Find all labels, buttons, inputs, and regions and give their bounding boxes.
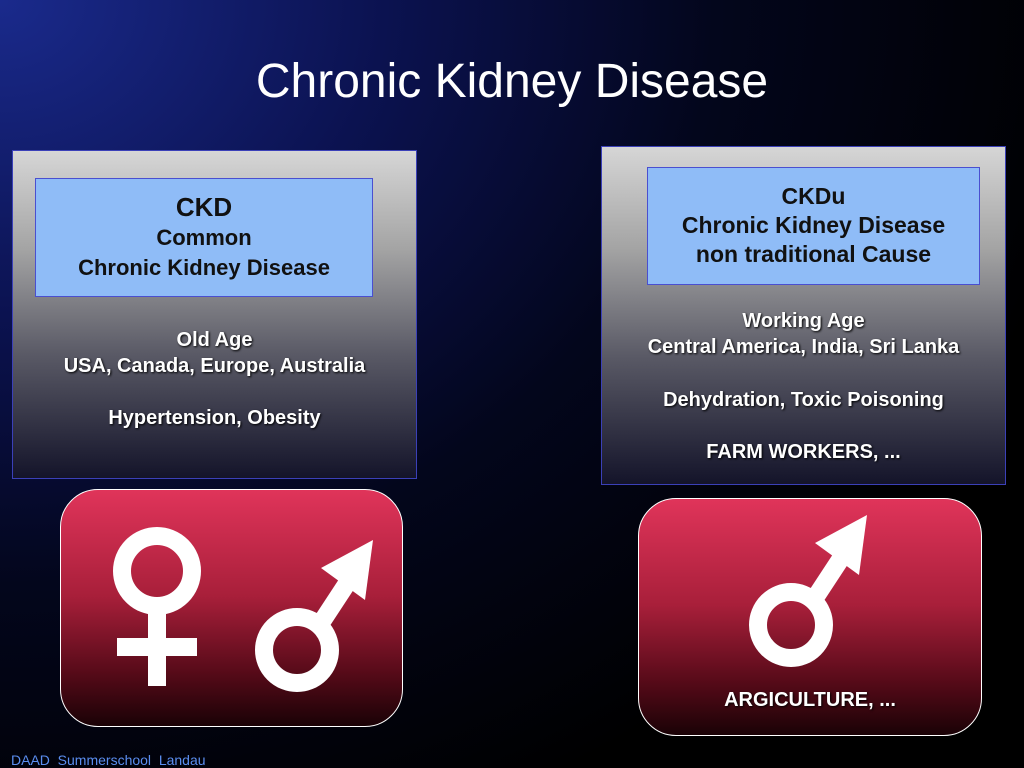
female-symbol-icon bbox=[113, 527, 201, 686]
ckdu-info-line-3: Dehydration, Toxic Poisoning bbox=[663, 389, 944, 411]
ckd-header-box: CKD Common Chronic Kidney Disease bbox=[35, 178, 373, 297]
slide-title: Chronic Kidney Disease bbox=[255, 55, 769, 108]
ckd-info-line-3: Hypertension, Obesity bbox=[108, 407, 321, 429]
male-symbol-icon bbox=[749, 515, 867, 667]
ckd-info-line-2: USA, Canada, Europe, Australia bbox=[63, 355, 366, 377]
ckd-header-line-2: Common bbox=[156, 225, 252, 250]
ckdu-info-line-1: Working Age bbox=[742, 310, 865, 332]
ckdu-header-line-3: non traditional Cause bbox=[695, 241, 932, 267]
agriculture-caption: ARGICULTURE, ... bbox=[724, 689, 896, 711]
footer-text: DAAD Summerschool Landau bbox=[11, 752, 206, 768]
ckdu-header-line-1: CKDu bbox=[781, 183, 846, 209]
ckd-header-line-1: CKD bbox=[175, 192, 233, 222]
gender-icon-box bbox=[60, 489, 403, 727]
agriculture-icon-box: ARGICULTURE, ... bbox=[638, 498, 982, 736]
male-symbol-icon bbox=[255, 540, 373, 692]
ckdu-panel: CKDu Chronic Kidney Disease non traditio… bbox=[601, 146, 1006, 485]
ckd-info-line-1: Old Age bbox=[176, 329, 253, 351]
ckdu-header-box: CKDu Chronic Kidney Disease non traditio… bbox=[647, 167, 980, 285]
ckdu-info-line-2: Central America, India, Sri Lanka bbox=[647, 336, 960, 358]
ckd-header-line-3: Chronic Kidney Disease bbox=[78, 255, 330, 280]
ckdu-info-line-4: FARM WORKERS, ... bbox=[706, 441, 901, 463]
ckd-panel: CKD Common Chronic Kidney Disease Old Ag… bbox=[12, 150, 417, 479]
ckdu-header-line-2: Chronic Kidney Disease bbox=[681, 212, 946, 238]
